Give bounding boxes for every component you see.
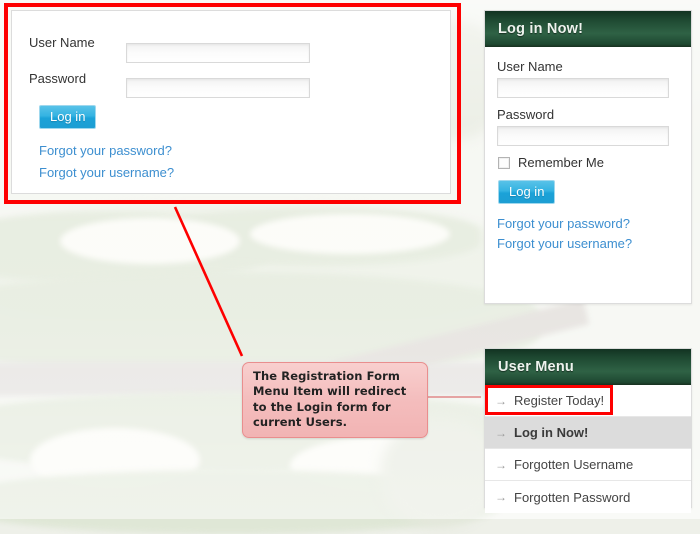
username-label: User Name xyxy=(29,35,95,50)
callout-line-1: The Registration Form xyxy=(253,369,401,383)
user-menu-list: → Register Today! → Log in Now! → Forgot… xyxy=(485,385,691,513)
user-menu-title: User Menu xyxy=(485,349,691,385)
menu-item-label: Forgotten Username xyxy=(514,457,634,472)
callout-line-2: Menu Item will redirect xyxy=(253,384,407,399)
login-module-title: Log in Now! xyxy=(485,11,691,47)
menu-item-label: Log in Now! xyxy=(514,425,589,440)
menu-item-register-today[interactable]: → Register Today! xyxy=(485,385,691,417)
sidebar-password-label: Password xyxy=(497,107,555,122)
arrow-right-icon: → xyxy=(495,393,507,408)
arrow-right-icon: → xyxy=(495,490,507,504)
sidebar-forgot-username-link[interactable]: Forgot your username? xyxy=(497,236,679,251)
forgot-username-link[interactable]: Forgot your username? xyxy=(39,165,174,180)
annotation-callout: The Registration Form Menu Item will red… xyxy=(242,362,428,439)
main-login-form: User Name Password Log in Forgot your pa… xyxy=(11,10,451,194)
sidebar-forgot-password-link[interactable]: Forgot your password? xyxy=(497,216,679,231)
menu-item-forgotten-username[interactable]: → Forgotten Username xyxy=(485,449,691,481)
sidebar-login-module: Log in Now! User Name Password Remember … xyxy=(484,10,692,304)
menu-item-label: Register Today! xyxy=(514,393,605,408)
main-content-column: User Name Password Log in Forgot your pa… xyxy=(0,0,472,519)
arrow-right-icon: → xyxy=(495,425,507,440)
forgot-password-link[interactable]: Forgot your password? xyxy=(39,143,172,158)
remember-me-label: Remember Me xyxy=(518,155,604,170)
remember-me-row[interactable]: Remember Me xyxy=(498,155,679,170)
username-input[interactable] xyxy=(126,43,310,63)
sidebar-user-menu-module: User Menu → Register Today! → Log in Now… xyxy=(484,348,692,513)
sidebar-username-input[interactable] xyxy=(497,78,669,98)
annotation-connector-line xyxy=(428,396,481,398)
sidebar-login-button[interactable]: Log in xyxy=(498,180,556,204)
menu-item-forgotten-password[interactable]: → Forgotten Password xyxy=(485,481,691,513)
callout-line-4: current Users. xyxy=(253,414,348,429)
menu-item-label: Forgotten Password xyxy=(514,489,631,505)
remember-me-checkbox[interactable] xyxy=(498,156,510,169)
menu-item-log-in-now[interactable]: → Log in Now! xyxy=(485,417,691,449)
login-button[interactable]: Log in xyxy=(39,105,97,129)
arrow-right-icon: → xyxy=(495,457,507,472)
callout-line-3: to the Login form for xyxy=(253,399,391,414)
sidebar-username-label: User Name xyxy=(497,59,563,74)
password-label: Password xyxy=(29,71,87,86)
password-input[interactable] xyxy=(126,78,310,98)
sidebar: Log in Now! User Name Password Remember … xyxy=(476,0,700,519)
sidebar-password-input[interactable] xyxy=(497,126,669,146)
